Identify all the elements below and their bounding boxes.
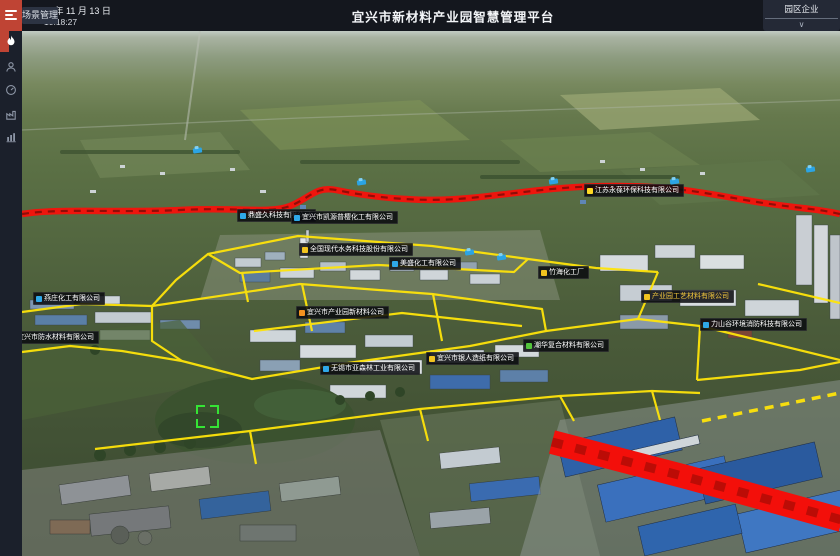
factory-icon <box>5 109 17 121</box>
blue-marker-icon <box>392 261 398 267</box>
company-label-text: 江苏永葆环保科技有限公司 <box>595 186 679 195</box>
map-company-label[interactable]: 力山谷环境消防科技有限公司 <box>700 318 807 331</box>
menu-header[interactable] <box>0 0 22 31</box>
company-label-text: 竹海化工厂 <box>549 268 584 277</box>
map-company-label[interactable]: 江苏永葆环保科技有限公司 <box>584 184 684 197</box>
company-label-text: 无锡市亚森林工业有限公司 <box>331 364 415 373</box>
chevron-down-icon: ∨ <box>763 19 840 30</box>
blue-marker-icon <box>323 366 329 372</box>
map-company-label[interactable]: 宜兴市防水材料有限公司 <box>14 331 99 344</box>
park-enterprises-label: 园区企业 <box>765 0 838 19</box>
company-label-text: 美盛化工有限公司 <box>400 259 456 268</box>
company-label-text: 宜兴市防水材料有限公司 <box>17 333 94 342</box>
map-3d-view[interactable] <box>0 0 840 556</box>
tool-sidebar <box>0 0 22 556</box>
company-label-text: 燕庄化工有限公司 <box>44 294 100 303</box>
gauge-tool-button[interactable] <box>0 81 22 99</box>
selection-reticle <box>196 405 219 428</box>
map-company-label[interactable]: 宜兴市银人造纸有限公司 <box>426 352 519 365</box>
user-icon <box>5 61 17 73</box>
blue-marker-icon <box>36 296 42 302</box>
bar-chart-icon <box>5 131 17 143</box>
map-company-label[interactable]: 竹海化工厂 <box>538 266 589 279</box>
company-label-text: 潮华复合材料有限公司 <box>534 341 604 350</box>
map-company-label[interactable]: 潮华复合材料有限公司 <box>523 339 609 352</box>
top-bar: 2020 年 11 月 13 日 10:18:27 宜兴市新材料产业园智慧管理平… <box>22 0 840 31</box>
company-label-text: 力山谷环境消防科技有限公司 <box>711 320 802 329</box>
park-enterprises-dropdown[interactable]: 园区企业 ∨ <box>763 0 840 31</box>
company-label-text: 全国现代水务科技股份有限公司 <box>310 245 408 254</box>
yellow-marker-icon <box>644 294 650 300</box>
yellow-marker-icon <box>429 356 435 362</box>
company-label-text: 宜兴市凯源普樱化工有限公司 <box>302 213 393 222</box>
statistics-tool-button[interactable] <box>0 128 22 146</box>
map-company-label[interactable]: 宜兴市凯源普樱化工有限公司 <box>291 211 398 224</box>
map-company-label[interactable]: 产业园工艺材料有限公司 <box>641 290 734 303</box>
green-marker-icon <box>526 343 532 349</box>
app-window: 鼎盛久科技有限公司宜兴市凯源普樱化工有限公司全国现代水务科技股份有限公司美盛化工… <box>0 0 840 556</box>
blue-marker-icon <box>703 322 709 328</box>
factory-tool-button[interactable] <box>0 106 22 124</box>
company-label-text: 宜兴市产业园新材料公司 <box>307 308 384 317</box>
fire-icon <box>5 35 17 47</box>
flag-marker-icon <box>587 188 593 194</box>
user-tool-button[interactable] <box>0 58 22 76</box>
orange-marker-icon <box>299 310 305 316</box>
company-label-text: 产业园工艺材料有限公司 <box>652 292 729 301</box>
map-company-label[interactable]: 无锡市亚森林工业有限公司 <box>320 362 420 375</box>
page-title: 宜兴市新材料产业园智慧管理平台 <box>352 6 555 25</box>
gauge-icon <box>5 84 17 96</box>
fire-tool-button[interactable] <box>0 32 22 50</box>
company-label-text: 宜兴市银人造纸有限公司 <box>437 354 514 363</box>
hamburger-menu-icon <box>5 9 17 21</box>
blue-marker-icon <box>294 215 300 221</box>
map-company-label[interactable]: 美盛化工有限公司 <box>389 257 461 270</box>
map-company-label[interactable]: 燕庄化工有限公司 <box>33 292 105 305</box>
yellow-marker-icon <box>302 247 308 253</box>
blue-marker-icon <box>240 213 246 219</box>
map-company-label[interactable]: 宜兴市产业园新材料公司 <box>296 306 389 319</box>
scene-management-button[interactable]: 场景管理 <box>22 7 58 24</box>
yellow-marker-icon <box>541 270 547 276</box>
map-company-label[interactable]: 全国现代水务科技股份有限公司 <box>299 243 413 256</box>
